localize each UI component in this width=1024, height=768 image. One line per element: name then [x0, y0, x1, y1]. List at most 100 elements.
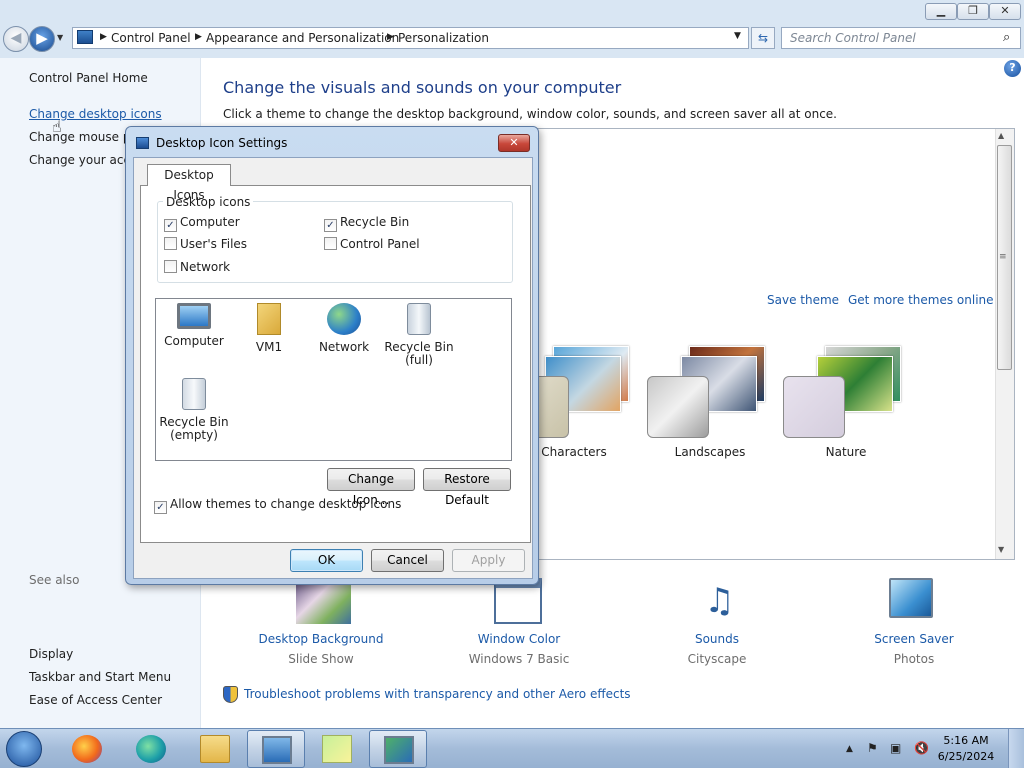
ok-button[interactable]: OK	[290, 549, 363, 572]
cancel-button[interactable]: Cancel	[371, 549, 444, 572]
network-checkbox[interactable]: Network	[164, 260, 230, 274]
address-dropdown-icon[interactable]: ▼	[734, 31, 741, 41]
minimize-button[interactable]: ▁	[925, 3, 957, 20]
window-color-value: Windows 7 Basic	[468, 652, 570, 666]
taskbar-firefox[interactable]	[58, 730, 116, 768]
breadcrumb-control-panel[interactable]: Control Panel	[111, 31, 191, 45]
checkbox-box[interactable]	[164, 260, 177, 273]
theme-preview-image	[647, 376, 709, 438]
see-also-heading: See also	[29, 573, 80, 587]
breadcrumb-appearance[interactable]: Appearance and Personalization	[206, 31, 399, 45]
maximize-button[interactable]: ❐	[957, 3, 989, 20]
action-center-flag-icon[interactable]: ⚑	[867, 741, 878, 755]
checkbox-check-icon[interactable]: ✓	[324, 219, 337, 232]
screen-saver-link[interactable]: Screen Saver	[849, 632, 979, 646]
forward-button[interactable]: ▶	[29, 26, 55, 52]
sounds-option[interactable]: ♫ Sounds Cityscape	[652, 578, 782, 673]
taskbar-clock[interactable]: 5:16 AM 6/25/2024	[936, 733, 996, 765]
address-bar[interactable]: ▶ Control Panel ▶ Appearance and Persona…	[72, 27, 749, 49]
sounds-link[interactable]: Sounds	[652, 632, 782, 646]
taskbar-control-panel[interactable]	[247, 730, 305, 768]
window-color-link[interactable]: Window Color	[454, 632, 584, 646]
list-item[interactable]: Recycle Bin (empty)	[159, 378, 229, 442]
checkbox-box[interactable]	[324, 237, 337, 250]
list-item[interactable]: Recycle Bin (full)	[384, 303, 454, 367]
network-tray-icon[interactable]: ▣	[890, 741, 901, 755]
breadcrumb-personalization[interactable]: Personalization	[398, 31, 489, 45]
breadcrumb-arrow-icon[interactable]: ▶	[195, 32, 202, 42]
nav-taskbar-start-menu[interactable]: Taskbar and Start Menu	[29, 670, 171, 684]
theme-landscapes[interactable]: Landscapes	[645, 342, 775, 462]
edge-icon	[136, 735, 166, 763]
window-color-option[interactable]: Window Color Windows 7 Basic	[454, 578, 584, 673]
nav-control-panel-home[interactable]: Control Panel Home	[29, 71, 148, 85]
firefox-icon	[72, 735, 102, 763]
control-panel-icon	[77, 30, 93, 44]
taskbar-explorer[interactable]	[186, 730, 244, 768]
network-checkbox-label: Network	[180, 260, 231, 274]
close-button[interactable]: ✕	[989, 3, 1021, 20]
recent-pages-dropdown[interactable]: ▼	[57, 33, 67, 43]
list-item[interactable]: Computer	[159, 303, 229, 348]
back-button[interactable]: ◀	[3, 26, 29, 52]
clock-date: 6/25/2024	[937, 750, 995, 763]
tab-page: Desktop icons ✓ Computer ✓ Recycle Bin Use…	[140, 185, 531, 543]
restore-default-button[interactable]: Restore Default	[423, 468, 511, 507]
search-box[interactable]: Search Control Panel ⌕	[781, 27, 1021, 49]
icon-label: Network	[318, 340, 370, 354]
desktop-icon-settings-dialog: Desktop Icon Settings ✕ Desktop Icons De…	[125, 126, 539, 585]
search-input[interactable]: Search Control Panel	[790, 31, 916, 45]
breadcrumb-arrow-icon[interactable]: ▶	[100, 32, 107, 42]
get-more-themes-link[interactable]: Get more themes online	[848, 293, 994, 307]
icon-label: Recycle Bin (empty)	[159, 415, 229, 442]
theme-nature[interactable]: Nature	[781, 342, 911, 462]
checkbox-check-icon[interactable]: ✓	[164, 219, 177, 232]
nav-change-desktop-icons[interactable]: Change desktop icons	[29, 107, 162, 121]
desktop-background-link[interactable]: Desktop Background	[256, 632, 386, 646]
taskbar-edge[interactable]	[122, 730, 180, 768]
computer-checkbox[interactable]: ✓ Computer	[164, 215, 240, 232]
list-item[interactable]: Network	[309, 303, 379, 354]
volume-muted-icon[interactable]: 🔇	[914, 741, 929, 755]
troubleshoot-aero-link[interactable]: Troubleshoot problems with transparency …	[244, 687, 631, 701]
refresh-button[interactable]: ⇆	[751, 27, 775, 49]
save-theme-link[interactable]: Save theme	[767, 293, 839, 307]
dialog-close-button[interactable]: ✕	[498, 134, 530, 152]
help-icon[interactable]: ?	[1004, 60, 1021, 77]
tab-desktop-icons[interactable]: Desktop Icons	[147, 164, 231, 202]
search-icon[interactable]: ⌕	[1003, 30, 1010, 45]
control-panel-checkbox-label: Control Panel	[340, 237, 420, 251]
scroll-down-icon[interactable]: ▼	[998, 545, 1004, 554]
sounds-icon: ♫	[704, 581, 735, 621]
change-icon-button[interactable]: Change Icon...	[327, 468, 415, 507]
sticky-notes-icon	[322, 735, 352, 763]
personalization-icon	[384, 736, 414, 764]
checkbox-check-icon[interactable]: ✓	[154, 501, 167, 514]
desktop-icon-list[interactable]: Computer VM1 Network Recycle Bin (full) …	[155, 298, 512, 461]
users-files-checkbox[interactable]: User's Files	[164, 237, 247, 251]
control-panel-checkbox[interactable]: Control Panel	[324, 237, 420, 251]
dialog-title: Desktop Icon Settings	[156, 136, 288, 150]
scroll-up-icon[interactable]: ▲	[998, 131, 1004, 140]
nav-display[interactable]: Display	[29, 647, 73, 661]
screen-saver-option[interactable]: Screen Saver Photos	[849, 578, 979, 673]
dialog-app-icon	[136, 137, 149, 149]
nav-ease-of-access[interactable]: Ease of Access Center	[29, 693, 162, 707]
breadcrumb-arrow-icon[interactable]: ▶	[387, 32, 394, 42]
list-item[interactable]: VM1	[234, 303, 304, 354]
clock-time: 5:16 AM	[943, 734, 989, 747]
show-desktop-button[interactable]	[1008, 729, 1024, 768]
taskbar-personalization[interactable]	[369, 730, 427, 768]
show-hidden-icons-button[interactable]: ▲	[846, 744, 853, 754]
icon-label: Recycle Bin (full)	[384, 340, 454, 367]
users-files-checkbox-label: User's Files	[180, 237, 248, 251]
apply-button[interactable]: Apply	[452, 549, 525, 572]
screen-saver-icon	[889, 578, 933, 618]
desktop-background-option[interactable]: Desktop Background Slide Show	[256, 578, 386, 673]
taskbar-sticky-notes[interactable]	[308, 730, 366, 768]
checkbox-box[interactable]	[164, 237, 177, 250]
theme-preview-image	[783, 376, 845, 438]
start-button[interactable]	[6, 731, 42, 767]
recycle-bin-checkbox[interactable]: ✓ Recycle Bin	[324, 215, 409, 232]
allow-themes-checkbox[interactable]: ✓ Allow themes to change desktop icons	[154, 497, 401, 514]
